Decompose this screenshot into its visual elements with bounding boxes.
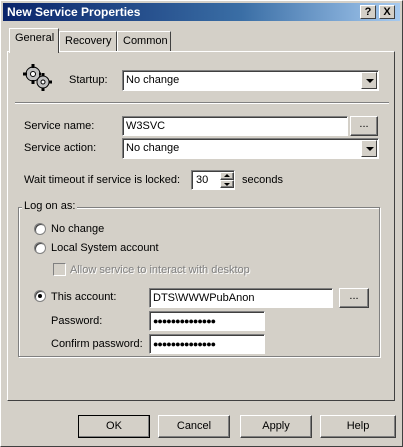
confirm-password-field[interactable]: ●●●●●●●●●●●●●● xyxy=(149,334,265,354)
properties-dialog: New Service Properties ? X General Recov… xyxy=(0,0,403,447)
startup-label: Startup: xyxy=(69,74,108,86)
apply-button[interactable]: Apply xyxy=(240,415,312,438)
separator xyxy=(15,102,389,104)
ok-button[interactable]: OK xyxy=(78,415,150,438)
local-system-label: Local System account xyxy=(51,242,159,254)
allow-interact-checkbox[interactable] xyxy=(53,263,66,276)
title-bar[interactable]: New Service Properties ? X xyxy=(3,3,400,21)
chevron-up-icon xyxy=(224,174,230,177)
logon-legend: Log on as: xyxy=(22,200,78,212)
chevron-down-icon xyxy=(366,147,374,151)
service-action-select[interactable]: No change xyxy=(122,138,379,159)
close-button[interactable]: X xyxy=(379,5,395,19)
service-name-field[interactable]: W3SVC xyxy=(122,116,348,136)
tab-general[interactable]: General xyxy=(9,28,59,53)
wait-timeout-spinner[interactable]: 30 xyxy=(191,170,235,190)
this-account-radio[interactable] xyxy=(34,290,46,302)
startup-select[interactable]: No change xyxy=(122,70,379,91)
confirm-password-label: Confirm password: xyxy=(51,338,143,350)
account-browse-button[interactable]: ... xyxy=(339,288,369,308)
gears-icon xyxy=(23,64,52,91)
window-title: New Service Properties xyxy=(7,5,141,19)
seconds-label: seconds xyxy=(242,174,283,186)
startup-dropdown-arrow[interactable] xyxy=(361,72,377,89)
service-browse-button[interactable]: ... xyxy=(350,116,378,136)
account-field[interactable]: DTS\WWWPubAnon xyxy=(149,288,333,308)
general-panel: Startup: No change Service name: W3SVC .… xyxy=(7,51,395,401)
this-account-label: This account: xyxy=(51,291,117,303)
no-change-radio[interactable] xyxy=(34,223,46,235)
allow-interact-label: Allow service to interact with desktop xyxy=(70,264,250,276)
wait-timeout-label: Wait timeout if service is locked: xyxy=(24,174,181,186)
password-label: Password: xyxy=(51,315,103,327)
tab-recovery[interactable]: Recovery xyxy=(59,31,117,51)
chevron-down-icon xyxy=(366,79,374,83)
spin-down-button[interactable] xyxy=(220,180,234,188)
help-title-button[interactable]: ? xyxy=(360,5,376,19)
cancel-button[interactable]: Cancel xyxy=(158,415,230,438)
local-system-radio[interactable] xyxy=(34,242,46,254)
help-button[interactable]: Help xyxy=(320,415,396,438)
chevron-down-icon xyxy=(224,183,230,186)
spin-up-button[interactable] xyxy=(220,172,234,180)
service-name-label: Service name: xyxy=(24,120,95,132)
service-action-label: Service action: xyxy=(24,142,97,154)
tab-common[interactable]: Common xyxy=(117,31,171,51)
password-field[interactable]: ●●●●●●●●●●●●●● xyxy=(149,311,265,331)
no-change-label: No change xyxy=(51,223,105,235)
service-action-dropdown-arrow[interactable] xyxy=(361,140,377,157)
